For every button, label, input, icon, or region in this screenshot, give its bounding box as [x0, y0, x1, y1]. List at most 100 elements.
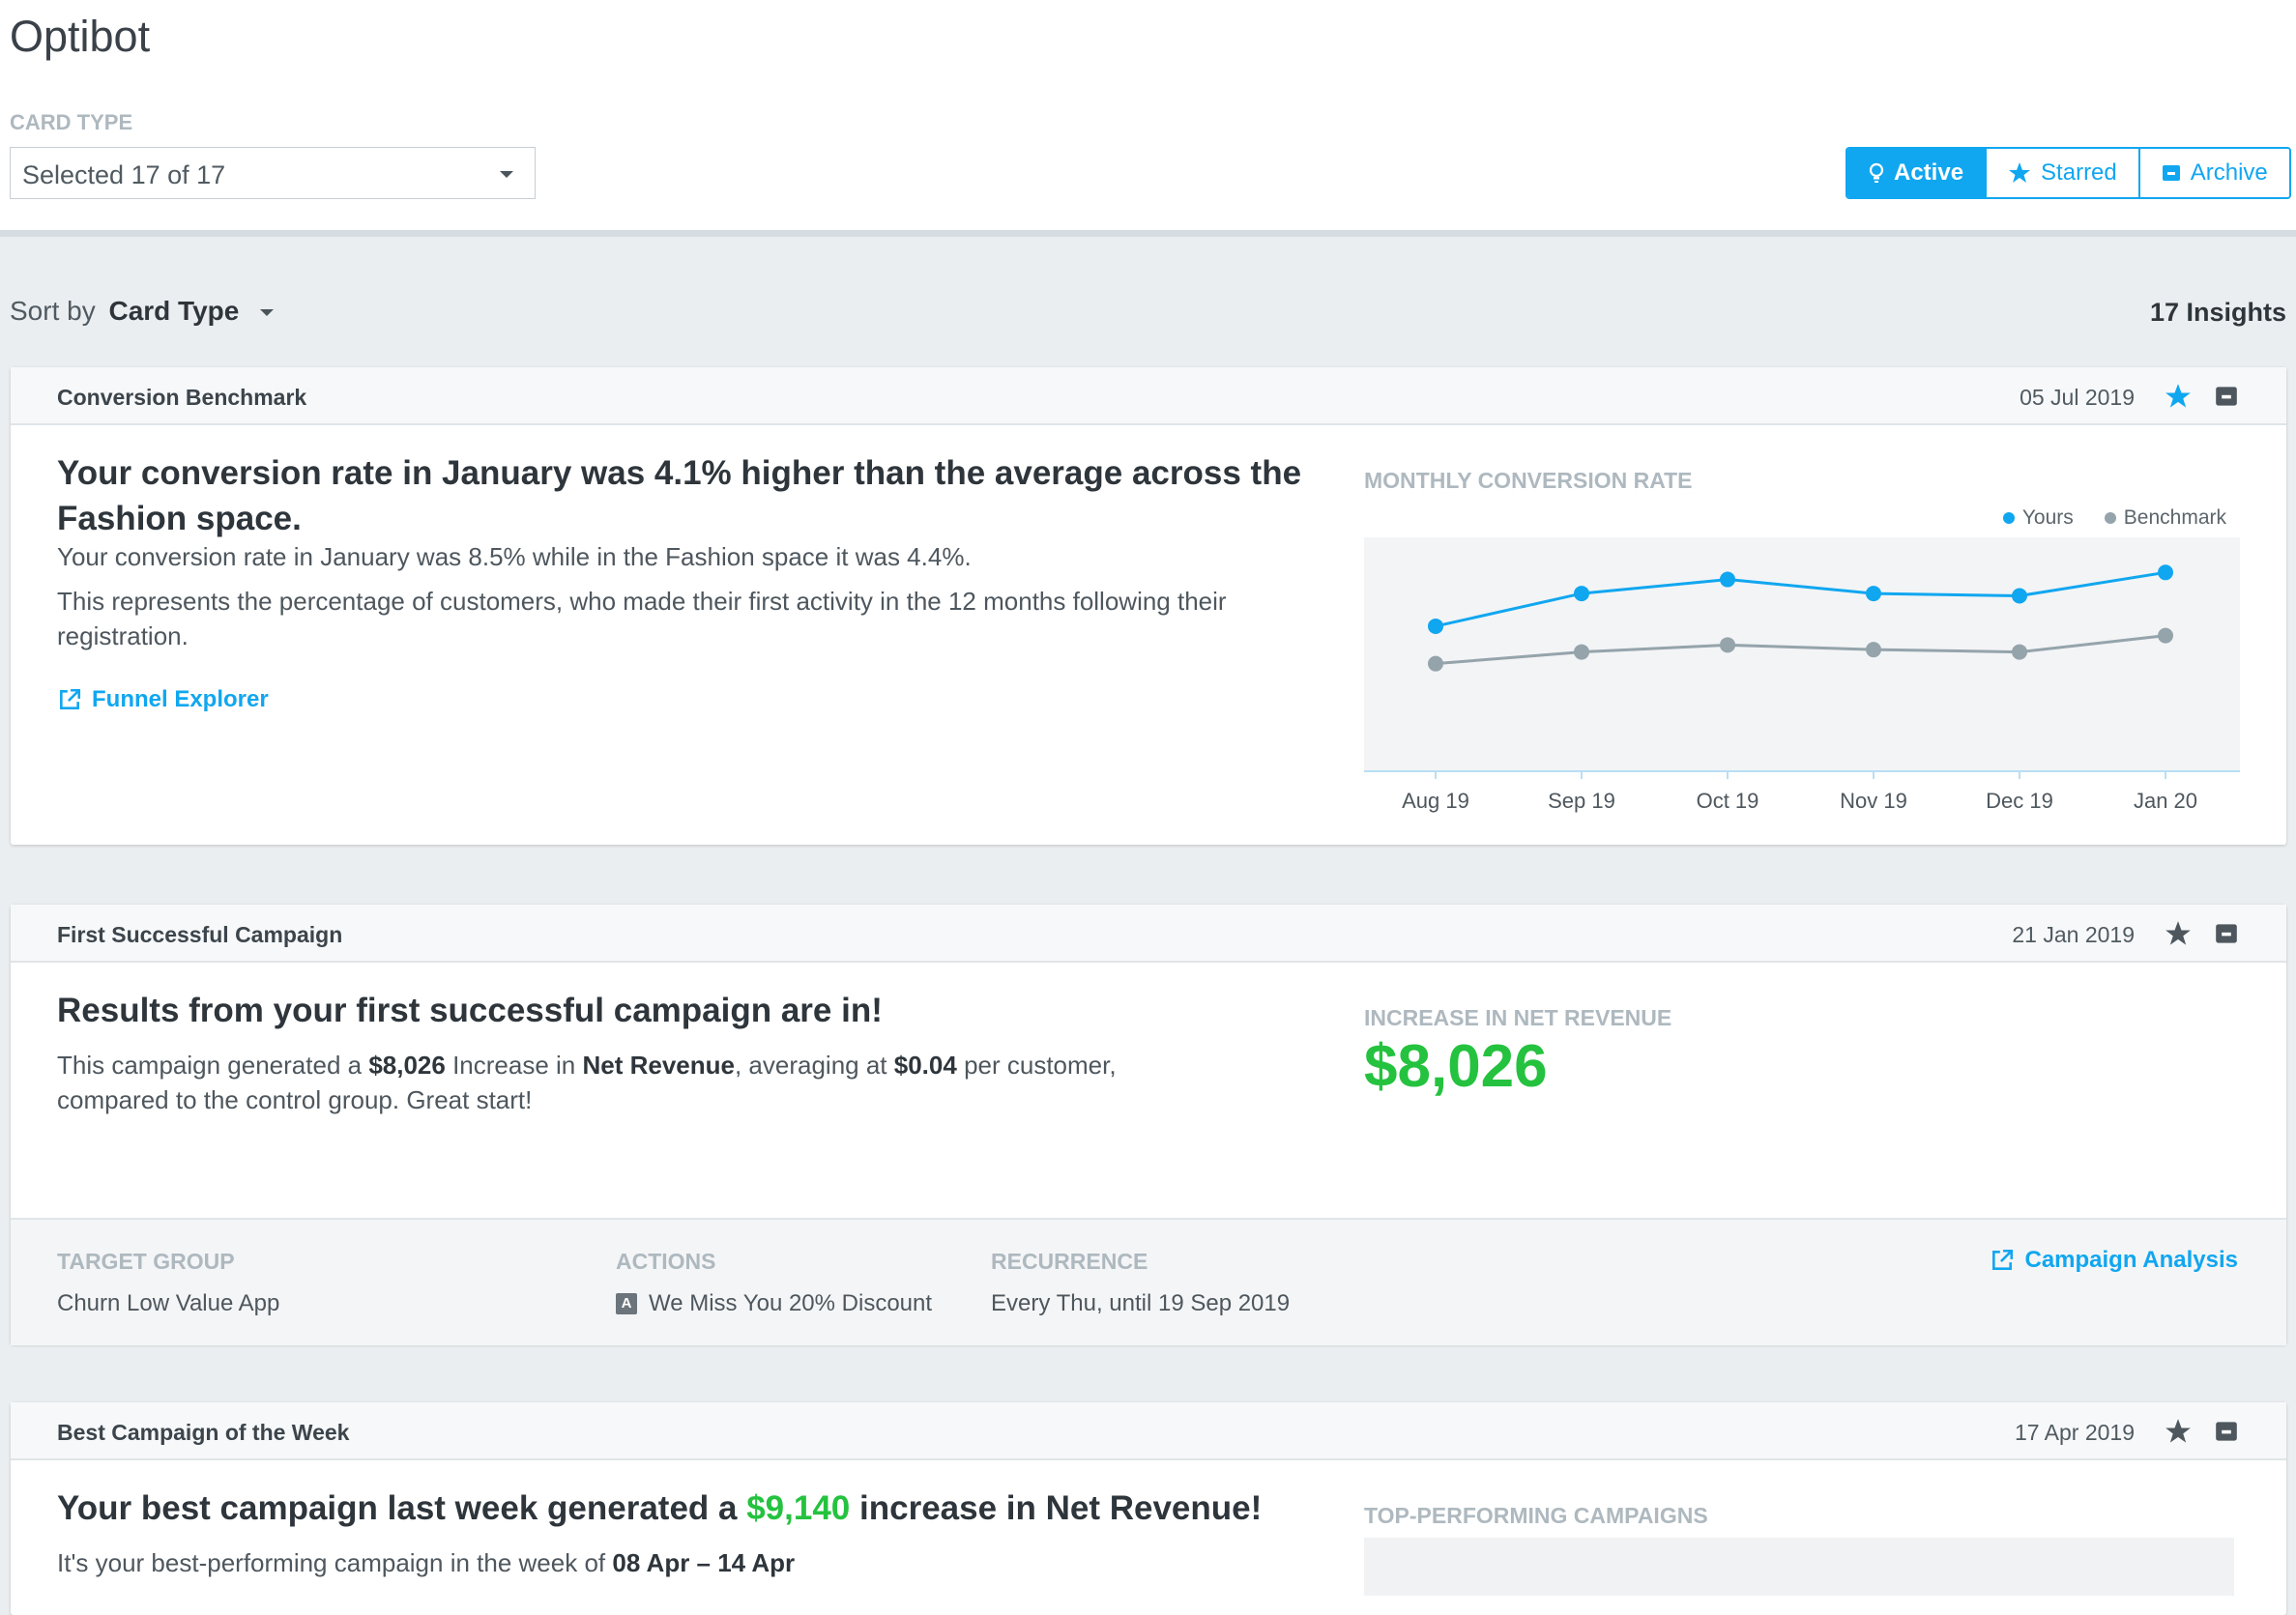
view-toggle: Active Starred Archive: [1846, 147, 2291, 199]
action-type-badge: A: [616, 1293, 637, 1314]
legend-yours: Yours: [2002, 506, 2074, 530]
page-title: Optibot: [10, 12, 151, 61]
archive-tab-label: Archive: [2190, 159, 2268, 186]
data-point-benchmark: [1428, 655, 1443, 672]
sort-control[interactable]: Sort by Card Type: [10, 296, 275, 327]
card-type: First Successful Campaign: [57, 922, 343, 947]
x-tick-label: Jan 20: [2134, 789, 2197, 813]
x-tick-label: Oct 19: [1697, 789, 1759, 813]
archive-icon[interactable]: [2215, 385, 2238, 408]
x-tick-label: Dec 19: [1986, 789, 2053, 813]
actions: ACTIONS A We Miss You 20% Discount: [616, 1249, 932, 1317]
data-point-yours: [2158, 564, 2173, 581]
archive-tab[interactable]: Archive: [2137, 149, 2289, 197]
legend-benchmark: Benchmark: [2104, 506, 2226, 530]
star-icon[interactable]: [2165, 1418, 2192, 1445]
top-campaigns-chart: [1364, 1538, 2234, 1596]
text-part: This campaign generated a: [57, 1051, 369, 1080]
metric-value: $8,026: [1364, 1033, 1548, 1100]
archive-icon: [2162, 165, 2180, 181]
text-part: It's your best-performing campaign in th…: [57, 1548, 613, 1577]
card-type-select[interactable]: Selected 17 of 17: [10, 147, 536, 199]
data-point-yours: [1720, 571, 1735, 588]
data-point-yours: [1574, 586, 1589, 602]
target-group: TARGET GROUP Churn Low Value App: [57, 1249, 279, 1317]
star-icon: [2009, 162, 2031, 183]
data-point-benchmark: [1866, 642, 1881, 658]
legend-swatch: [2104, 512, 2116, 525]
card-text-1: Your conversion rate in January was 8.5%…: [57, 542, 972, 571]
legend-label: Benchmark: [2123, 506, 2226, 529]
card-headline: Your conversion rate in January was 4.1%…: [57, 454, 1302, 537]
lightbulb-icon: [1869, 162, 1884, 183]
card-type: Best Campaign of the Week: [57, 1420, 350, 1445]
legend-swatch: [2002, 512, 2015, 525]
chevron-down-icon: [500, 171, 513, 178]
card-type-selected-value: Selected 17 of 17: [22, 160, 226, 189]
chart-title: MONTHLY CONVERSION RATE: [1364, 468, 1693, 493]
external-link-icon: [1992, 1249, 2014, 1270]
x-tick-label: Aug 19: [1402, 789, 1469, 813]
insight-card-first-successful-campaign: First Successful Campaign 21 Jan 2019 Re…: [11, 905, 2286, 1345]
starred-tab[interactable]: Starred: [1985, 149, 2138, 197]
data-point-yours: [1866, 586, 1881, 602]
card-headline: Your best campaign last week generated a…: [57, 1485, 1314, 1531]
card-type-label: CARD TYPE: [10, 110, 133, 134]
week-range: 08 Apr – 14 Apr: [612, 1548, 796, 1577]
action-name: We Miss You 20% Discount: [649, 1290, 933, 1316]
data-point-benchmark: [1720, 637, 1735, 653]
data-point-yours: [1428, 618, 1443, 634]
card-header: First Successful Campaign 21 Jan 2019: [11, 905, 2286, 963]
recurrence: RECURRENCE Every Thu, until 19 Sep 2019: [991, 1249, 1290, 1317]
card-header: Best Campaign of the Week 17 Apr 2019: [11, 1402, 2286, 1460]
data-point-benchmark: [2012, 644, 2027, 660]
text-part: , averaging at: [734, 1051, 894, 1080]
target-group-value: Churn Low Value App: [57, 1290, 280, 1316]
insights-count: 17 Insights: [2149, 298, 2286, 327]
insight-card-best-campaign-of-week: Best Campaign of the Week 17 Apr 2019 Yo…: [11, 1402, 2286, 1615]
revenue-value: $8,026: [368, 1051, 446, 1080]
card-date: 17 Apr 2019: [2014, 1420, 2135, 1445]
insight-card-conversion-benchmark: Conversion Benchmark 05 Jul 2019 Your co…: [11, 367, 2286, 845]
metric-label: INCREASE IN NET REVENUE: [1364, 1005, 1672, 1030]
chevron-down-icon: [260, 309, 275, 317]
headline-text: Your best campaign last week generated a: [57, 1489, 747, 1527]
data-point-benchmark: [2158, 627, 2173, 644]
campaign-analysis-label: Campaign Analysis: [2024, 1247, 2238, 1273]
campaign-analysis-link[interactable]: Campaign Analysis: [1990, 1247, 2238, 1274]
section-label: TOP-PERFORMING CAMPAIGNS: [1364, 1503, 1708, 1528]
card-type: Conversion Benchmark: [57, 385, 307, 410]
card-text: This campaign generated a $8,026 Increas…: [57, 1048, 1217, 1117]
metric-name: Net Revenue: [582, 1051, 735, 1080]
per-customer-value: $0.04: [893, 1051, 957, 1080]
conversion-chart: Aug 19 Sep 19 Oct 19 Nov 19 Dec 19 Jan 20: [1364, 537, 2240, 813]
plot-area: [1364, 537, 2240, 771]
archive-icon[interactable]: [2215, 1420, 2238, 1443]
headline-value: $9,140: [746, 1489, 851, 1527]
headline-text: increase in Net Revenue!: [850, 1489, 1263, 1527]
target-group-label: TARGET GROUP: [57, 1249, 235, 1274]
card-header: Conversion Benchmark 05 Jul 2019: [11, 367, 2286, 425]
chart-legend: Yours Benchmark: [2002, 506, 2226, 530]
funnel-explorer-link[interactable]: Funnel Explorer: [57, 686, 269, 713]
card-headline: Results from your first successful campa…: [57, 992, 883, 1029]
star-icon[interactable]: [2165, 920, 2192, 947]
card-date: 21 Jan 2019: [2012, 922, 2135, 947]
sort-prefix: Sort by: [10, 296, 96, 326]
active-tab-label: Active: [1894, 159, 1964, 186]
active-tab[interactable]: Active: [1847, 149, 1986, 197]
star-icon[interactable]: [2165, 383, 2192, 410]
archive-icon[interactable]: [2215, 922, 2238, 945]
recurrence-value: Every Thu, until 19 Sep 2019: [991, 1290, 1291, 1316]
data-point-yours: [2012, 588, 2027, 604]
recurrence-label: RECURRENCE: [991, 1249, 1148, 1274]
legend-label: Yours: [2021, 506, 2074, 529]
text-part: Increase in: [445, 1051, 583, 1080]
card-text-2: This represents the percentage of custom…: [57, 587, 1227, 650]
action-item: A We Miss You 20% Discount: [616, 1290, 932, 1317]
funnel-explorer-label: Funnel Explorer: [92, 686, 269, 712]
x-tick-label: Sep 19: [1548, 789, 1615, 813]
actions-label: ACTIONS: [616, 1249, 716, 1274]
filter-bar: Optibot CARD TYPE Selected 17 of 17 Acti…: [0, 0, 2296, 237]
sort-value: Card Type: [108, 296, 240, 326]
